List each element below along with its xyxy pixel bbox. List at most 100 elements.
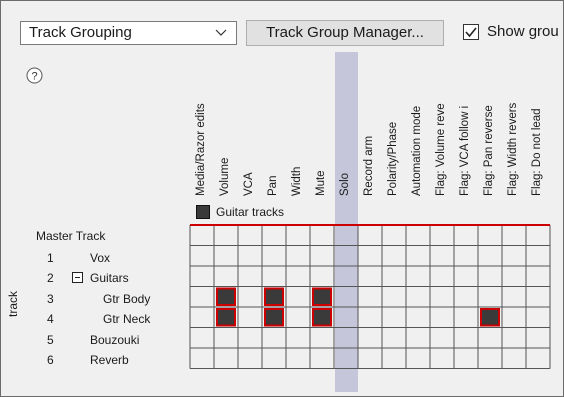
matrix-cell[interactable] — [190, 266, 214, 287]
matrix-cell[interactable] — [406, 287, 430, 308]
matrix-cell[interactable] — [454, 246, 478, 267]
matrix-cell[interactable] — [286, 225, 310, 246]
group-matrix[interactable] — [0, 0, 564, 397]
matrix-cell[interactable] — [382, 307, 406, 328]
matrix-cell[interactable] — [430, 246, 454, 267]
matrix-cell[interactable] — [310, 348, 334, 369]
active-cell[interactable] — [312, 287, 332, 306]
matrix-cell[interactable] — [358, 266, 382, 287]
matrix-cell[interactable] — [286, 246, 310, 267]
matrix-cell[interactable] — [454, 225, 478, 246]
matrix-cell[interactable] — [406, 328, 430, 349]
active-cell[interactable] — [216, 308, 236, 327]
matrix-cell[interactable] — [358, 287, 382, 308]
matrix-cell[interactable] — [190, 287, 214, 308]
active-cell[interactable] — [264, 308, 284, 327]
active-cell[interactable] — [264, 287, 284, 306]
matrix-cell[interactable] — [238, 246, 262, 267]
matrix-cell[interactable] — [454, 348, 478, 369]
matrix-cell[interactable] — [502, 307, 526, 328]
matrix-cell[interactable] — [430, 328, 454, 349]
matrix-cell[interactable] — [238, 225, 262, 246]
matrix-cell[interactable] — [214, 348, 238, 369]
matrix-cell[interactable] — [310, 225, 334, 246]
matrix-cell[interactable] — [358, 307, 382, 328]
matrix-cell[interactable] — [382, 287, 406, 308]
matrix-cell[interactable] — [454, 287, 478, 308]
matrix-cell[interactable] — [430, 307, 454, 328]
matrix-cell[interactable] — [238, 307, 262, 328]
matrix-cell[interactable] — [334, 307, 358, 328]
matrix-cell[interactable] — [190, 246, 214, 267]
matrix-cell[interactable] — [358, 246, 382, 267]
matrix-cell[interactable] — [406, 246, 430, 267]
matrix-cell[interactable] — [526, 287, 550, 308]
active-cell[interactable] — [216, 287, 236, 306]
matrix-cell[interactable] — [454, 266, 478, 287]
matrix-cell[interactable] — [238, 348, 262, 369]
matrix-cell[interactable] — [454, 307, 478, 328]
matrix-cell[interactable] — [238, 328, 262, 349]
matrix-cell[interactable] — [382, 266, 406, 287]
matrix-cell[interactable] — [526, 307, 550, 328]
matrix-cell[interactable] — [502, 328, 526, 349]
matrix-cell[interactable] — [454, 328, 478, 349]
matrix-cell[interactable] — [478, 246, 502, 267]
matrix-cell[interactable] — [190, 348, 214, 369]
matrix-cell[interactable] — [262, 266, 286, 287]
matrix-cell[interactable] — [214, 266, 238, 287]
matrix-cell[interactable] — [406, 348, 430, 369]
matrix-cell[interactable] — [358, 348, 382, 369]
matrix-cell[interactable] — [358, 225, 382, 246]
matrix-cell[interactable] — [358, 328, 382, 349]
matrix-cell[interactable] — [190, 225, 214, 246]
matrix-cell[interactable] — [382, 348, 406, 369]
matrix-cell[interactable] — [214, 246, 238, 267]
matrix-cell[interactable] — [286, 307, 310, 328]
matrix-cell[interactable] — [262, 246, 286, 267]
matrix-cell[interactable] — [334, 246, 358, 267]
matrix-cell[interactable] — [286, 328, 310, 349]
matrix-cell[interactable] — [478, 348, 502, 369]
matrix-cell[interactable] — [334, 328, 358, 349]
matrix-cell[interactable] — [478, 287, 502, 308]
matrix-cell[interactable] — [406, 266, 430, 287]
matrix-cell[interactable] — [478, 225, 502, 246]
matrix-cell[interactable] — [238, 287, 262, 308]
matrix-cell[interactable] — [286, 287, 310, 308]
matrix-cell[interactable] — [406, 225, 430, 246]
matrix-cell[interactable] — [526, 266, 550, 287]
matrix-cell[interactable] — [382, 225, 406, 246]
matrix-cell[interactable] — [286, 348, 310, 369]
matrix-cell[interactable] — [190, 307, 214, 328]
matrix-cell[interactable] — [286, 266, 310, 287]
matrix-cell[interactable] — [262, 328, 286, 349]
matrix-cell[interactable] — [526, 225, 550, 246]
matrix-cell[interactable] — [478, 266, 502, 287]
matrix-cell[interactable] — [238, 266, 262, 287]
matrix-cell[interactable] — [382, 246, 406, 267]
matrix-cell[interactable] — [502, 287, 526, 308]
matrix-cell[interactable] — [526, 246, 550, 267]
matrix-cell[interactable] — [214, 225, 238, 246]
matrix-cell[interactable] — [262, 348, 286, 369]
matrix-cell[interactable] — [310, 328, 334, 349]
matrix-cell[interactable] — [502, 246, 526, 267]
matrix-cell[interactable] — [334, 266, 358, 287]
matrix-cell[interactable] — [214, 328, 238, 349]
matrix-cell[interactable] — [430, 348, 454, 369]
matrix-cell[interactable] — [382, 328, 406, 349]
matrix-cell[interactable] — [190, 328, 214, 349]
active-cell[interactable] — [312, 308, 332, 327]
matrix-cell[interactable] — [334, 348, 358, 369]
matrix-cell[interactable] — [502, 348, 526, 369]
matrix-cell[interactable] — [406, 307, 430, 328]
matrix-cell[interactable] — [502, 225, 526, 246]
matrix-cell[interactable] — [262, 225, 286, 246]
matrix-cell[interactable] — [334, 225, 358, 246]
matrix-cell[interactable] — [310, 246, 334, 267]
matrix-cell[interactable] — [502, 266, 526, 287]
matrix-cell[interactable] — [310, 266, 334, 287]
active-cell[interactable] — [480, 308, 500, 327]
matrix-cell[interactable] — [430, 225, 454, 246]
